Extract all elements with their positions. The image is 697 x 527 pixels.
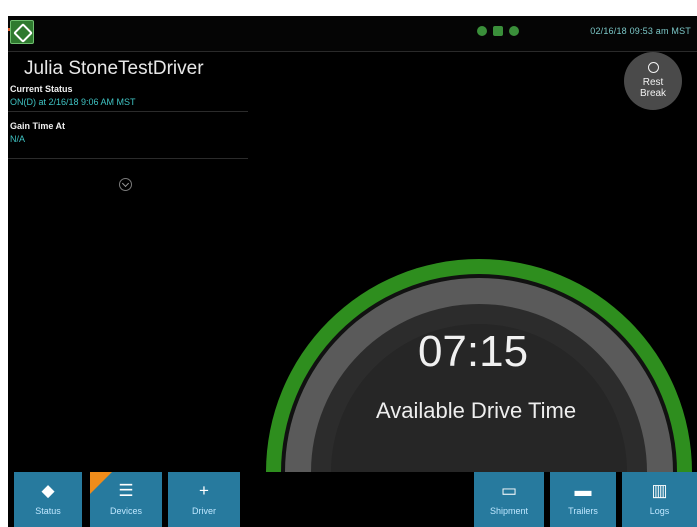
list-icon: ☰: [118, 481, 134, 500]
nav-shipment-button[interactable]: ▭ Shipment: [474, 472, 544, 527]
eld-screen: 02/16/18 09:53 am MST Julia StoneTestDri…: [8, 16, 697, 527]
nav-logs-label: Logs: [649, 506, 670, 516]
nav-devices-label: Devices: [109, 506, 142, 516]
nav-devices-button[interactable]: ☰ Devices: [90, 472, 162, 527]
nav-status-label: Status: [35, 506, 61, 516]
nav-shipment-label: Shipment: [489, 506, 529, 516]
drive-time-gauge: [266, 259, 692, 472]
nav-trailers-button[interactable]: ▬ Trailers: [550, 472, 616, 527]
plus-icon: +: [199, 481, 209, 500]
nav-logs-button[interactable]: ▥ Logs: [622, 472, 697, 527]
nav-driver-button[interactable]: + Driver: [168, 472, 240, 527]
book-icon: ▥: [651, 481, 668, 500]
status-icon: ◆: [41, 481, 55, 500]
available-drive-time-value: 07:15: [417, 327, 529, 376]
available-drive-time-label: Available Drive Time: [375, 398, 577, 423]
clipboard-icon: ▭: [500, 481, 518, 500]
nav-status-button[interactable]: ◆ Status: [14, 472, 82, 527]
nav-trailers-label: Trailers: [568, 506, 598, 516]
trailer-icon: ▬: [574, 481, 592, 500]
nav-driver-label: Driver: [192, 506, 216, 516]
